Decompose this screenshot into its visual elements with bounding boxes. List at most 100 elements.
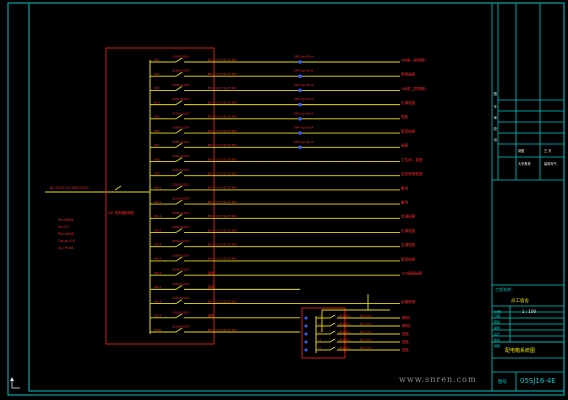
sub-circuit-row: n1 C65N-C16 BV-3×2.5 照明1 bbox=[304, 314, 411, 320]
title-info-label: 审核 bbox=[494, 325, 500, 330]
breaker-symbol bbox=[175, 270, 183, 276]
rcd-symbol bbox=[298, 102, 302, 107]
inner-border bbox=[28, 2, 565, 392]
title-row-value: 大学教育 bbox=[518, 161, 531, 166]
sub-cable-label: BV-3×2.5 bbox=[360, 347, 372, 350]
cable-label: BV-3×2.5 SC15 WC bbox=[208, 299, 237, 303]
circuit-id: WL19 bbox=[154, 314, 162, 318]
rcd-label: DPN Vigi 30mA bbox=[294, 126, 314, 130]
breaker-label: C65N-C16/1P bbox=[172, 225, 190, 229]
circuit-id: WL1 bbox=[154, 58, 160, 62]
breaker-symbol bbox=[175, 71, 183, 77]
circuit-id: WL3 bbox=[154, 86, 160, 90]
breaker-symbol bbox=[175, 86, 183, 91]
panel-spec: Pjs=42kW bbox=[58, 232, 75, 236]
circuit-id: WL13 bbox=[154, 228, 162, 232]
load-label: 插座 bbox=[401, 114, 409, 119]
sub-breaker-label: C65N-C16 bbox=[338, 315, 351, 318]
cable-label: 备用 bbox=[208, 270, 214, 275]
sub-breaker-label: C65N-C16 bbox=[338, 347, 351, 350]
panel-spec: Kx=0.7 bbox=[58, 225, 70, 229]
circuit-row: WL6 C65N-C16/1P BV-3×2.5 SC15 WC DPN Vigi 3… bbox=[150, 126, 416, 135]
breaker-symbol bbox=[175, 256, 183, 262]
sub-cable-label: BV-3×2.5 bbox=[360, 331, 372, 334]
breaker-label: C65N-C16/1P bbox=[172, 310, 190, 314]
circuit-row: WL18 C65N-C16/1P BV-3×2.5 SC15 WC 走廊照明 bbox=[150, 296, 416, 305]
load-label: 备用 bbox=[401, 200, 409, 205]
rcd-symbol bbox=[298, 145, 302, 150]
sub-breaker-label: C65N-C16 bbox=[338, 323, 351, 326]
cable-label: BV-3×2.5 SC15 WC bbox=[208, 186, 237, 190]
circuit-row: WL13 C65N-C16/1P BV-3×2.5 SC15 WC 空调插座 bbox=[150, 225, 416, 233]
panel-spec: Cos φ=0.8 bbox=[58, 239, 75, 243]
circuit-id: WL14 bbox=[154, 243, 162, 247]
circuit-id: WL5 bbox=[154, 115, 160, 119]
circuit-row: WL17 C65N-C16/1P 备用 bbox=[150, 282, 300, 290]
cable-label: BV-3×2.5 SC15 WC bbox=[208, 58, 237, 62]
load-label: 插座 bbox=[401, 143, 409, 148]
project-label: 工程名称： bbox=[495, 286, 515, 292]
circuit-row: WL3 C65N-C16/1P BV-3×2.5 SC15 WC DPN Vigi 3… bbox=[150, 83, 427, 93]
rcd-label: DPN Vigi 30mA bbox=[294, 111, 314, 115]
sub-cable-label: BV-3×2.5 bbox=[360, 315, 372, 318]
cable-label: BV-3×2.5 SC15 WC bbox=[208, 143, 237, 147]
ucs-axis-icon bbox=[10, 377, 20, 389]
breaker-label: C65N-C16/1P bbox=[172, 111, 190, 115]
circuit-row: WL20 C65N-C16/1P BV-3×2.5 SC15 WC bbox=[150, 325, 300, 333]
circuit-id: WL17 bbox=[154, 285, 162, 289]
cable-label: BV-3×2.5 SC15 WC bbox=[208, 257, 237, 261]
load-label: 空调插座 bbox=[401, 228, 416, 233]
sub-load-label: 照明1 bbox=[402, 316, 411, 320]
sub-circuit-row: n2 C65N-C16 BV-3×2.5 照明2 bbox=[304, 322, 411, 328]
sub-rcd-symbol bbox=[304, 332, 308, 336]
sub-load-label: 插座 bbox=[402, 347, 409, 352]
circuit-row: WL19 C65N-C16/1P 备用 bbox=[150, 310, 300, 319]
rcd-symbol bbox=[298, 131, 302, 135]
circuit-id: WL12 bbox=[154, 214, 162, 218]
cable-label: 备用 bbox=[208, 313, 214, 318]
circuit-id: WL8 bbox=[154, 157, 160, 161]
sub-circuit-id: n5 bbox=[318, 347, 322, 350]
sub-breaker-label: C65N-C16 bbox=[338, 331, 351, 334]
circuit-row: WL5 C65N-C16/1P BV-3×2.5 SC15 WC DPN Vigi 3… bbox=[150, 111, 409, 121]
sub-load-label: 插座 bbox=[402, 331, 409, 336]
title-row-label: 图 bbox=[494, 92, 498, 96]
load-label: 备用 bbox=[401, 185, 409, 190]
circuit-row: WL4 C65N-C16/1P BV-3×2.5 SC15 WC DPN Vigi 3… bbox=[150, 97, 416, 107]
sub-circuit-row: n4 C65N-C16 BV-3×2.5 插座 bbox=[304, 338, 409, 344]
panel-label: 2AL 配电箱照明柜 bbox=[108, 210, 135, 215]
breaker-label: C65N-C16/1P bbox=[172, 55, 190, 59]
breaker-label: C65N-C16/1P bbox=[172, 253, 190, 257]
circuit-id: WL6 bbox=[154, 129, 160, 133]
panel-spec: Pe=60kW bbox=[58, 218, 74, 222]
drawing-no-label: 图号 bbox=[498, 379, 507, 385]
rcd-symbol bbox=[298, 88, 302, 93]
drawing-number: 05SJ16-4E bbox=[520, 377, 556, 385]
circuit-row: WL8 C65N-C16/1P BV-3×2.5 SC15 WC 卫生间、插座 bbox=[150, 154, 423, 162]
sub-rcd-symbol bbox=[304, 340, 308, 344]
cable-label: 备用 bbox=[208, 284, 214, 289]
sub-circuit-id: n4 bbox=[318, 339, 322, 342]
breaker-symbol bbox=[175, 171, 183, 177]
load-label: 130插座插座 bbox=[401, 271, 423, 276]
sub-cable-label: BV-3×2.5 bbox=[360, 339, 372, 342]
load-label: 3#楼一层照明1 bbox=[401, 57, 427, 62]
rcd-label: DPN Vigi 30mA bbox=[294, 83, 314, 87]
drawing-title: 配电箱系统图 bbox=[505, 347, 535, 354]
sub-circuit-row: n3 C65N-C16 BV-3×2.5 插座 bbox=[304, 330, 409, 336]
circuit-row: WL7 C65N-C16/1P BV-3×2.5 SC15 WC DPN Vigi 3… bbox=[150, 140, 409, 150]
breaker-label: C65N-C16/1P bbox=[172, 168, 190, 172]
breaker-label: C65N-C16/1P bbox=[172, 197, 190, 201]
title-row-label: 设 bbox=[494, 137, 498, 142]
circuit-id: WL18 bbox=[154, 299, 162, 303]
load-label: 卫生间、插座 bbox=[401, 157, 423, 162]
breaker-label: C65N-C16/1P bbox=[172, 69, 190, 73]
circuit-row: WL15 C65N-C16/1P BV-3×2.5 SC15 WC 厨房插座 bbox=[150, 253, 416, 262]
breaker-label: C65N-C16/1P bbox=[172, 282, 190, 286]
circuit-id: WL2 bbox=[154, 72, 160, 76]
breaker-label: C65N-C16/1P bbox=[172, 140, 190, 144]
cable-label: BV-3×2.5 SC15 WC bbox=[208, 200, 237, 204]
circuit-id: WL15 bbox=[154, 257, 162, 261]
breaker-label: C65N-C16/1P bbox=[172, 97, 190, 101]
cable-label: BV-3×2.5 SC15 WC bbox=[208, 228, 237, 232]
